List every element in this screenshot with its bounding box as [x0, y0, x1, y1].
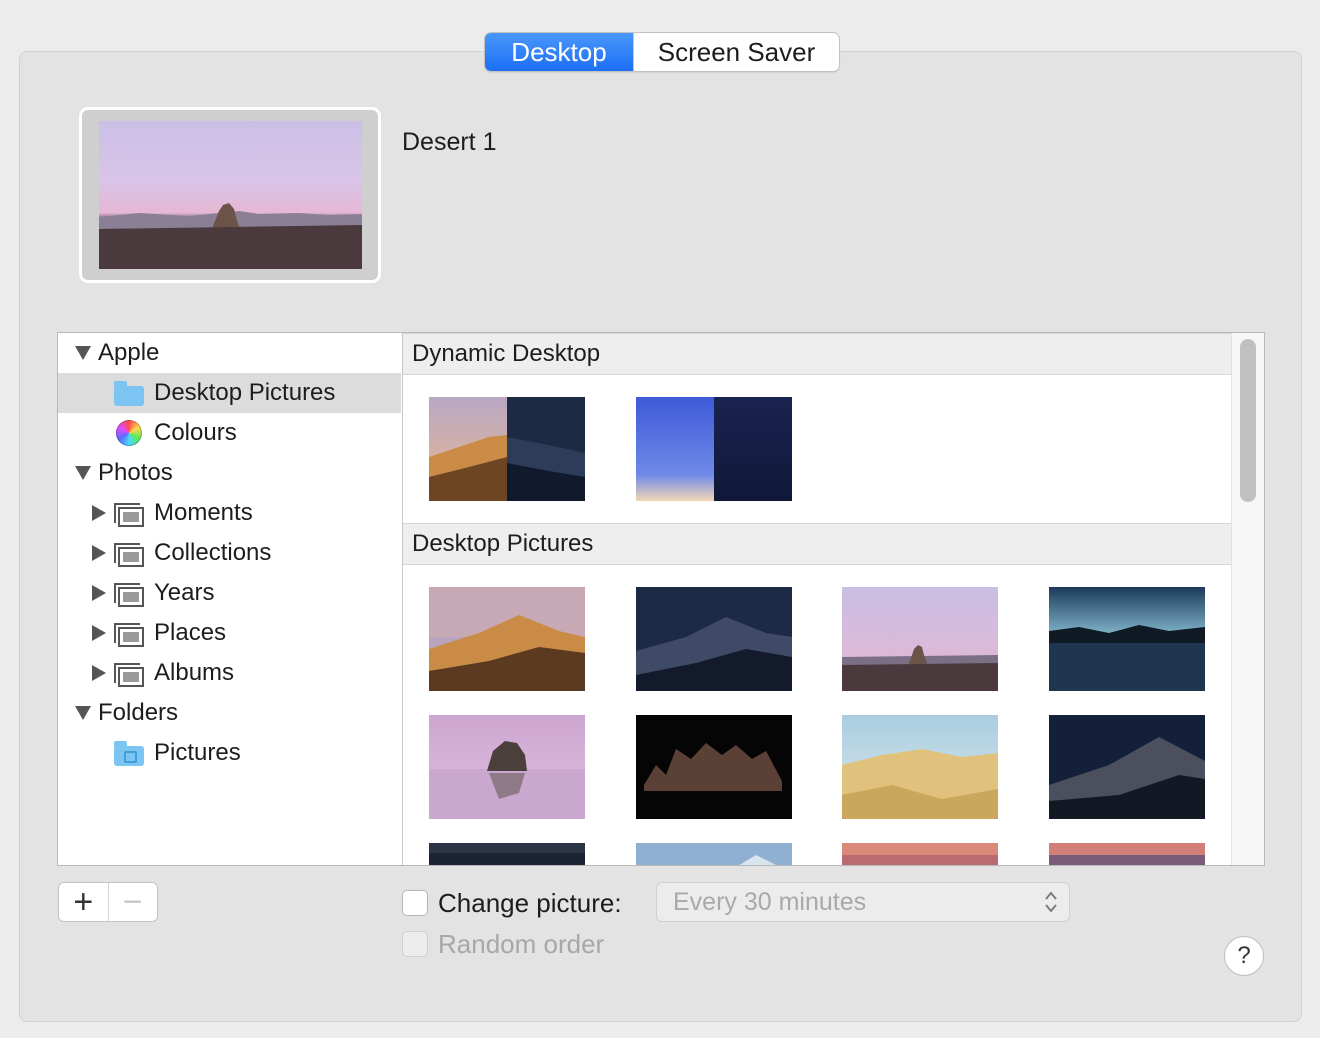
help-button[interactable]: ? — [1224, 936, 1264, 976]
up-down-chevron-icon — [1045, 891, 1057, 913]
section-header-dynamic-desktop: Dynamic Desktop — [403, 333, 1231, 375]
sidebar-item-label: Colours — [154, 419, 237, 446]
wallpaper-thumbnail[interactable] — [842, 587, 998, 691]
photo-stack-icon — [114, 543, 144, 567]
wallpaper-thumbnail[interactable] — [842, 715, 998, 819]
current-wallpaper-title: Desert 1 — [402, 128, 497, 156]
disclosure-right-icon[interactable] — [92, 665, 106, 681]
change-picture-checkbox[interactable] — [402, 890, 428, 916]
photo-stack-icon — [114, 503, 144, 527]
sidebar-item-apple[interactable]: Apple — [58, 333, 401, 373]
source-sidebar: Apple Desktop Pictures Colours Photos Mo… — [58, 333, 403, 865]
colour-wheel-icon — [116, 420, 142, 446]
scrollbar-thumb[interactable] — [1240, 339, 1256, 502]
pictures-folder-icon — [114, 741, 144, 766]
disclosure-right-icon[interactable] — [92, 625, 106, 641]
remove-folder-button[interactable]: − — [109, 883, 158, 921]
sidebar-item-label: Desktop Pictures — [154, 379, 336, 406]
disclosure-down-icon[interactable] — [75, 706, 91, 720]
disclosure-right-icon[interactable] — [92, 505, 106, 521]
wallpaper-thumbnail-mojave-dynamic[interactable] — [429, 397, 585, 501]
change-interval-popup[interactable]: Every 30 minutes — [656, 882, 1070, 922]
tab-bar: Desktop Screen Saver — [484, 32, 840, 72]
photo-stack-icon — [114, 663, 144, 687]
sidebar-item-pictures[interactable]: Pictures — [58, 733, 401, 773]
sidebar-item-albums[interactable]: Albums — [58, 653, 401, 693]
wallpaper-browser: Apple Desktop Pictures Colours Photos Mo… — [57, 332, 1265, 866]
wallpaper-thumbnail[interactable] — [636, 587, 792, 691]
disclosure-down-icon[interactable] — [75, 346, 91, 360]
sidebar-item-label: Places — [154, 619, 227, 646]
wallpaper-thumbnail[interactable] — [1049, 715, 1205, 819]
wallpaper-thumbnail[interactable] — [1049, 843, 1205, 865]
wallpaper-thumbnail[interactable] — [429, 715, 585, 819]
wallpaper-thumbnail[interactable] — [429, 843, 585, 865]
sidebar-item-moments[interactable]: Moments — [58, 493, 401, 533]
wallpaper-thumbnail[interactable] — [842, 843, 998, 865]
sidebar-item-years[interactable]: Years — [58, 573, 401, 613]
sidebar-item-label: Collections — [154, 539, 272, 566]
disclosure-down-icon[interactable] — [75, 466, 91, 480]
sidebar-item-photos[interactable]: Photos — [58, 453, 401, 493]
wallpaper-thumbnail[interactable] — [636, 715, 792, 819]
wallpaper-preview-image — [99, 121, 362, 269]
disclosure-right-icon[interactable] — [92, 545, 106, 561]
sidebar-item-label: Moments — [154, 499, 253, 526]
sidebar-item-label: Folders — [98, 699, 179, 726]
tab-screen-saver[interactable]: Screen Saver — [633, 33, 839, 71]
folder-icon — [114, 381, 144, 406]
add-folder-button[interactable]: + — [59, 883, 109, 921]
sidebar-item-folders[interactable]: Folders — [58, 693, 401, 733]
sidebar-item-collections[interactable]: Collections — [58, 533, 401, 573]
sidebar-item-label: Pictures — [154, 739, 241, 766]
add-remove-folder-control: + − — [58, 882, 158, 922]
current-wallpaper-preview[interactable] — [79, 107, 381, 283]
wallpaper-thumbnail[interactable] — [1049, 587, 1205, 691]
vertical-scrollbar[interactable] — [1231, 333, 1264, 865]
section-header-desktop-pictures: Desktop Pictures — [403, 523, 1231, 565]
sidebar-item-label: Albums — [154, 659, 235, 686]
sidebar-item-label: Years — [154, 579, 215, 606]
wallpaper-thumbnail[interactable] — [429, 587, 585, 691]
sidebar-item-desktop-pictures[interactable]: Desktop Pictures — [58, 373, 401, 413]
photo-stack-icon — [114, 583, 144, 607]
sidebar-item-places[interactable]: Places — [58, 613, 401, 653]
tab-desktop[interactable]: Desktop — [485, 33, 633, 71]
wallpaper-thumbnail-solar-gradient[interactable] — [636, 397, 792, 501]
change-interval-value: Every 30 minutes — [673, 887, 867, 916]
random-order-checkbox[interactable] — [402, 931, 428, 957]
photo-stack-icon — [114, 623, 144, 647]
disclosure-right-icon[interactable] — [92, 585, 106, 601]
sidebar-item-colours[interactable]: Colours — [58, 413, 401, 453]
change-picture-label: Change picture: — [438, 888, 622, 918]
sidebar-item-label: Apple — [98, 339, 160, 366]
random-order-label: Random order — [438, 929, 605, 959]
wallpaper-grid: Dynamic Desktop Desktop Pictures — [403, 333, 1231, 865]
wallpaper-thumbnail[interactable] — [636, 843, 792, 865]
sidebar-item-label: Photos — [98, 459, 173, 486]
